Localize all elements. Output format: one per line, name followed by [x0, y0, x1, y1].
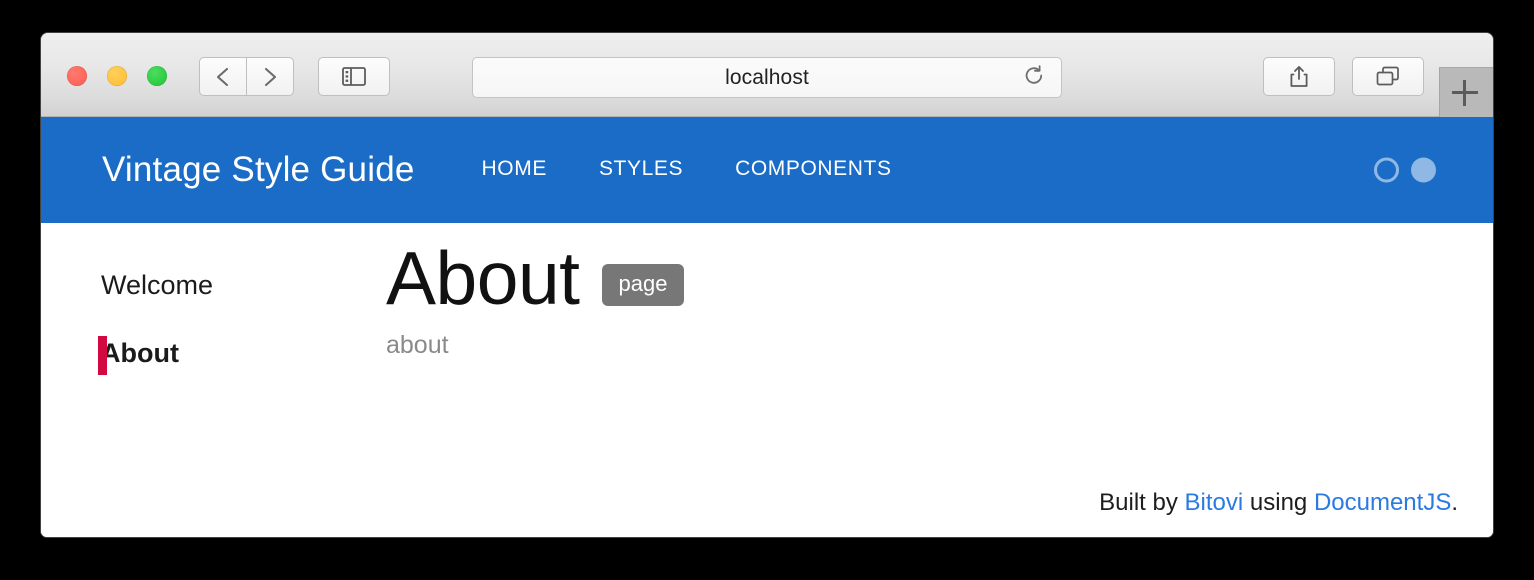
- close-window-button[interactable]: [67, 66, 87, 86]
- plus-icon: [1451, 79, 1478, 106]
- site-brand[interactable]: Vintage Style Guide: [102, 150, 415, 190]
- minimize-window-button[interactable]: [107, 66, 127, 86]
- nav-item-home[interactable]: HOME: [482, 157, 547, 181]
- nav-item-components[interactable]: COMPONENTS: [735, 157, 892, 181]
- toggle-filled-icon[interactable]: [1411, 157, 1436, 183]
- sidebar: Welcome About: [41, 223, 346, 537]
- site-header: Vintage Style Guide HOME STYLES COMPONEN…: [41, 117, 1493, 223]
- share-icon: [1289, 65, 1309, 88]
- footer-link-bitovi[interactable]: Bitovi: [1185, 489, 1244, 516]
- share-button[interactable]: [1263, 57, 1335, 96]
- window-controls: [67, 66, 167, 86]
- browser-toolbar: localhost: [41, 33, 1493, 117]
- title-row: About page: [386, 239, 1493, 317]
- forward-button[interactable]: [246, 57, 294, 96]
- footer-credit: Built by Bitovi using DocumentJS.: [1099, 489, 1458, 517]
- footer-suffix: .: [1451, 489, 1458, 516]
- toggle-outline-icon[interactable]: [1374, 157, 1399, 183]
- address-text: localhost: [725, 65, 809, 89]
- show-all-tabs-button[interactable]: [1352, 57, 1424, 96]
- browser-window: localhost Vintage Style Guide HOME STYLE…: [41, 33, 1493, 537]
- header-toggle-group: [1374, 157, 1436, 183]
- zoom-window-button[interactable]: [147, 66, 167, 86]
- page-subtitle: about: [386, 331, 449, 359]
- chevron-right-icon: [262, 66, 278, 88]
- sidebar-item-label: Welcome: [101, 269, 214, 300]
- reload-icon[interactable]: [1023, 64, 1045, 91]
- status-badge: page: [601, 264, 685, 306]
- sidebar-toggle-button[interactable]: [318, 57, 390, 96]
- sidebar-item-about[interactable]: About: [41, 319, 346, 387]
- chevron-left-icon: [215, 66, 231, 88]
- footer-middle: using: [1243, 489, 1314, 516]
- new-tab-button[interactable]: [1439, 67, 1493, 117]
- back-button[interactable]: [199, 57, 247, 96]
- address-bar[interactable]: localhost: [472, 57, 1062, 98]
- sidebar-item-welcome[interactable]: Welcome: [41, 251, 346, 319]
- main-nav: HOME STYLES COMPONENTS: [482, 157, 892, 183]
- show-all-tabs-icon: [1376, 66, 1400, 87]
- sidebar-toggle-icon: [342, 67, 366, 86]
- main-content: About page about Built by Bitovi using D…: [346, 223, 1493, 537]
- footer-prefix: Built by: [1099, 489, 1185, 516]
- page-body: Welcome About About page about Built by …: [41, 223, 1493, 537]
- nav-item-styles[interactable]: STYLES: [599, 157, 683, 181]
- page-title: About: [386, 236, 580, 320]
- sidebar-item-label: About: [101, 337, 179, 368]
- footer-link-documentjs[interactable]: DocumentJS: [1314, 489, 1451, 516]
